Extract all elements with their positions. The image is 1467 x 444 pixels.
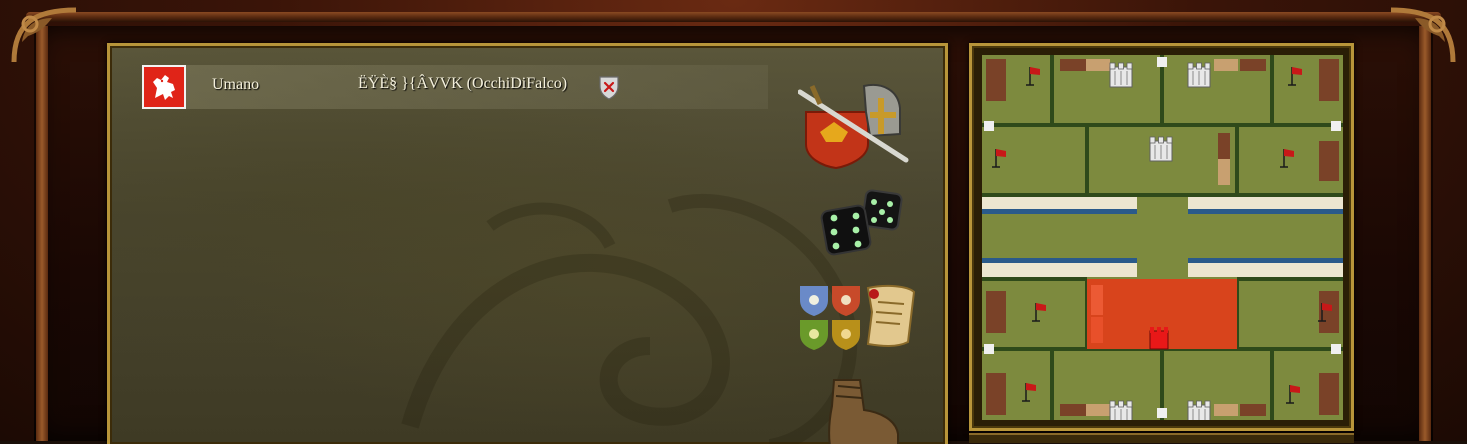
player-name-label: ËŸÈ§ }{ÂVVK (OcchiDiFalco): [358, 75, 568, 92]
player-type-label[interactable]: Umano: [212, 76, 259, 94]
player-keep-icon[interactable]: [1149, 327, 1169, 350]
castle-icon[interactable]: [1109, 62, 1133, 88]
castle-icon[interactable]: [1187, 62, 1211, 88]
frame-rail-right: [1419, 26, 1431, 441]
corner-ornament-right-icon: [1390, 7, 1456, 63]
lion-icon: [153, 75, 175, 100]
castle-icon[interactable]: [1187, 400, 1211, 420]
dice-icon[interactable]: [818, 188, 910, 260]
boot-icon[interactable]: [820, 376, 904, 444]
minimap[interactable]: [982, 55, 1343, 420]
player-row[interactable]: Umano ËŸÈ§ }{ÂVVK (OcchiDiFalco): [142, 65, 768, 109]
battle-helmet-sword-icon[interactable]: [798, 82, 918, 172]
frame-rail-left: [36, 26, 48, 441]
lobby-panel: Umano ËŸÈ§ }{ÂVVK (OcchiDiFalco): [107, 43, 948, 444]
castle-icon[interactable]: [1109, 400, 1133, 420]
corner-ornament-left-icon: [11, 7, 77, 63]
kick-player-shield-icon[interactable]: [598, 74, 620, 100]
team-shields-scroll-icon[interactable]: [796, 282, 920, 358]
player-crest[interactable]: [142, 65, 186, 109]
castle-icon[interactable]: [1149, 136, 1173, 162]
minimap-bottom-strip: [969, 433, 1354, 443]
